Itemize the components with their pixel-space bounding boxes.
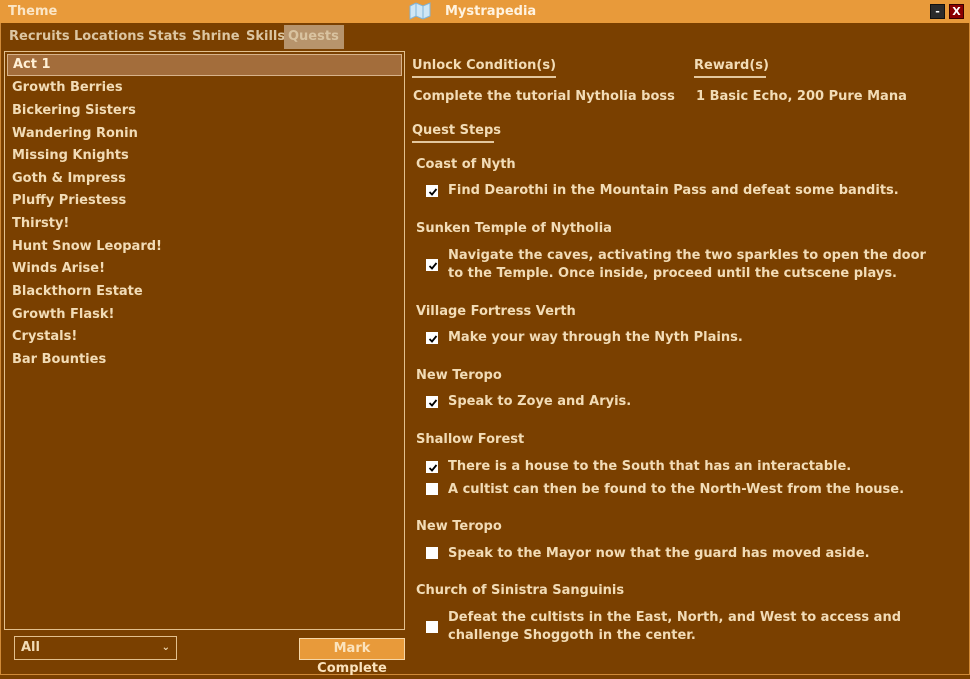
mark-complete-button[interactable]: Mark Complete [299,638,405,676]
minimize-button[interactable]: - [930,4,945,19]
step-location: Shallow Forest [416,432,525,447]
tab-stats[interactable]: Stats [144,25,190,49]
step-text: A cultist can then be found to the North… [448,482,905,497]
list-item[interactable]: Bickering Sisters [7,100,402,122]
list-item[interactable]: Crystals! [7,326,402,348]
filter-value: All [21,640,40,655]
step-location: New Teropo [416,519,502,534]
tab-locations[interactable]: Locations [70,25,148,49]
step-checkbox[interactable] [426,621,438,633]
step-text: Navigate the caves, activating the two s… [448,248,926,281]
chevron-down-icon: ⌄ [161,642,170,653]
list-item[interactable]: Bar Bounties [7,349,402,371]
tab-shrine[interactable]: Shrine [188,25,244,49]
list-item[interactable]: Wandering Ronin [7,123,402,145]
step-location: Church of Sinistra Sanguinis [416,583,625,598]
list-item[interactable]: Goth & Impress [7,168,402,190]
step-checkbox[interactable] [426,185,438,197]
list-item[interactable]: Thirsty! [7,213,402,235]
step-checkbox[interactable] [426,332,438,344]
list-item[interactable]: Winds Arise! [7,258,402,280]
step-checkbox[interactable] [426,483,438,495]
check-icon [428,262,438,270]
list-item[interactable]: Hunt Snow Leopard! [7,236,402,258]
step-location: Coast of Nyth [416,157,516,172]
list-item[interactable]: Growth Berries [7,77,402,99]
list-item[interactable]: Missing Knights [7,145,402,167]
step-checkbox[interactable] [426,396,438,408]
step-text: There is a house to the South that has a… [448,459,852,474]
step-location: Sunken Temple of Nytholia [416,221,612,236]
step-location: Village Fortress Verth [416,304,576,319]
step-text: Speak to Zoye and Aryis. [448,394,632,409]
close-button[interactable]: X [949,4,964,19]
step-checkbox[interactable] [426,461,438,473]
check-icon [428,399,438,407]
step-text: Make your way through the Nyth Plains. [448,330,743,345]
unlock-conditions-header: Unlock Condition(s) [412,58,557,78]
check-icon [428,464,438,472]
check-icon [428,335,438,343]
list-item[interactable]: Blackthorn Estate [7,281,402,303]
rewards-header: Reward(s) [694,58,769,78]
quest-steps-header: Quest Steps [412,123,501,143]
reward-value: 1 Basic Echo, 200 Pure Mana [696,89,907,104]
window-title: Mystrapedia [445,4,537,19]
check-icon [428,188,438,196]
unlock-condition-value: Complete the tutorial Nytholia boss [413,89,675,104]
step-text: Defeat the cultists in the East, North, … [448,610,902,643]
quest-filter-select[interactable]: All ⌄ [14,636,177,660]
list-item[interactable]: Growth Flask! [7,304,402,326]
quest-list[interactable]: Act 1 Growth Berries Bickering Sisters W… [4,51,405,630]
step-checkbox[interactable] [426,547,438,559]
list-item[interactable]: Act 1 [7,54,402,76]
step-checkbox[interactable] [426,259,438,271]
title-bar: Theme Mystrapedia - X [0,0,970,23]
map-icon [409,2,431,20]
step-location: New Teropo [416,368,502,383]
step-text: Find Dearothi in the Mountain Pass and d… [448,183,899,198]
step-text: Speak to the Mayor now that the guard ha… [448,546,870,561]
tab-skills[interactable]: Skills [242,25,289,49]
theme-menu[interactable]: Theme [8,4,57,19]
list-item[interactable]: Pluffy Priestess [7,190,402,212]
tab-recruits[interactable]: Recruits [5,25,74,49]
tab-quests[interactable]: Quests [284,25,344,49]
